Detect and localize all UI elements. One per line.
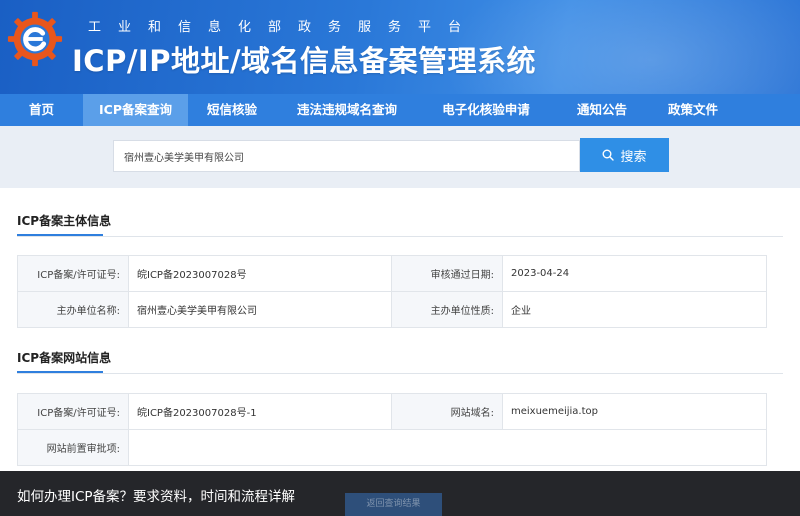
nav-item-illegal-domain-query[interactable]: 违法违规域名查询	[276, 94, 418, 126]
nav-item-sms-verify[interactable]: 短信核验	[188, 94, 276, 126]
approval-date-value: 2023-04-24	[502, 255, 767, 292]
miit-logo-icon[interactable]	[6, 10, 64, 68]
domain-label: 网站域名:	[391, 393, 503, 430]
website-info-table: ICP备案/许可证号: 皖ICP备2023007028号-1 网站域名: mei…	[17, 393, 767, 466]
license-label: ICP备案/许可证号:	[17, 255, 129, 292]
search-icon	[602, 149, 615, 161]
back-to-results-button[interactable]: 返回查询结果	[345, 493, 442, 516]
site-license-value: 皖ICP备2023007028号-1	[128, 393, 392, 430]
system-title: ICP/IP地址/域名信息备案管理系统	[72, 44, 537, 78]
nav-item-icp-query[interactable]: ICP备案查询	[83, 94, 188, 126]
caption-text: 如何办理ICP备案？要求资料，时间和流程详解	[17, 489, 296, 505]
preapproval-label: 网站前置审批项:	[17, 429, 129, 466]
nav-item-notices[interactable]: 通知公告	[554, 94, 650, 126]
nav-item-e-verify-apply[interactable]: 电子化核验申请	[418, 94, 554, 126]
table-row: 主办单位名称: 宿州壹心美学美甲有限公司 主办单位性质: 企业	[17, 291, 767, 328]
subject-info-table: ICP备案/许可证号: 皖ICP备2023007028号 审核通过日期: 202…	[17, 255, 767, 328]
section-title-subject: ICP备案主体信息	[17, 214, 112, 236]
license-value: 皖ICP备2023007028号	[128, 255, 392, 292]
section-title-website: ICP备案网站信息	[17, 351, 112, 373]
search-button-label: 搜索	[620, 149, 647, 165]
search-button[interactable]: 搜索	[580, 138, 669, 172]
main-nav: 首页 ICP备案查询 短信核验 违法违规域名查询 电子化核验申请 通知公告 政策…	[0, 94, 800, 126]
nav-item-home[interactable]: 首页	[0, 94, 83, 126]
domain-value: meixuemeijia.top	[502, 393, 767, 430]
search-input[interactable]	[113, 140, 580, 172]
site-license-label: ICP备案/许可证号:	[17, 393, 129, 430]
organizer-type-value: 企业	[502, 291, 767, 328]
organizer-name-label: 主办单位名称:	[17, 291, 129, 328]
section-divider	[17, 236, 783, 237]
table-row: ICP备案/许可证号: 皖ICP备2023007028号-1 网站域名: mei…	[17, 393, 767, 430]
site-header: 工业和信息化部政务服务平台 ICP/IP地址/域名信息备案管理系统	[0, 0, 800, 94]
organizer-type-label: 主办单位性质:	[391, 291, 503, 328]
table-row: 网站前置审批项:	[17, 429, 767, 466]
result-card: ICP备案主体信息 ICP备案/许可证号: 皖ICP备2023007028号 审…	[0, 188, 800, 516]
section-divider	[17, 373, 783, 374]
nav-item-policy-docs[interactable]: 政策文件	[650, 94, 736, 126]
organizer-name-value: 宿州壹心美学美甲有限公司	[128, 291, 392, 328]
table-row: ICP备案/许可证号: 皖ICP备2023007028号 审核通过日期: 202…	[17, 255, 767, 292]
preapproval-value	[128, 429, 767, 466]
approval-date-label: 审核通过日期:	[391, 255, 503, 292]
org-name: 工业和信息化部政务服务平台	[88, 20, 479, 35]
